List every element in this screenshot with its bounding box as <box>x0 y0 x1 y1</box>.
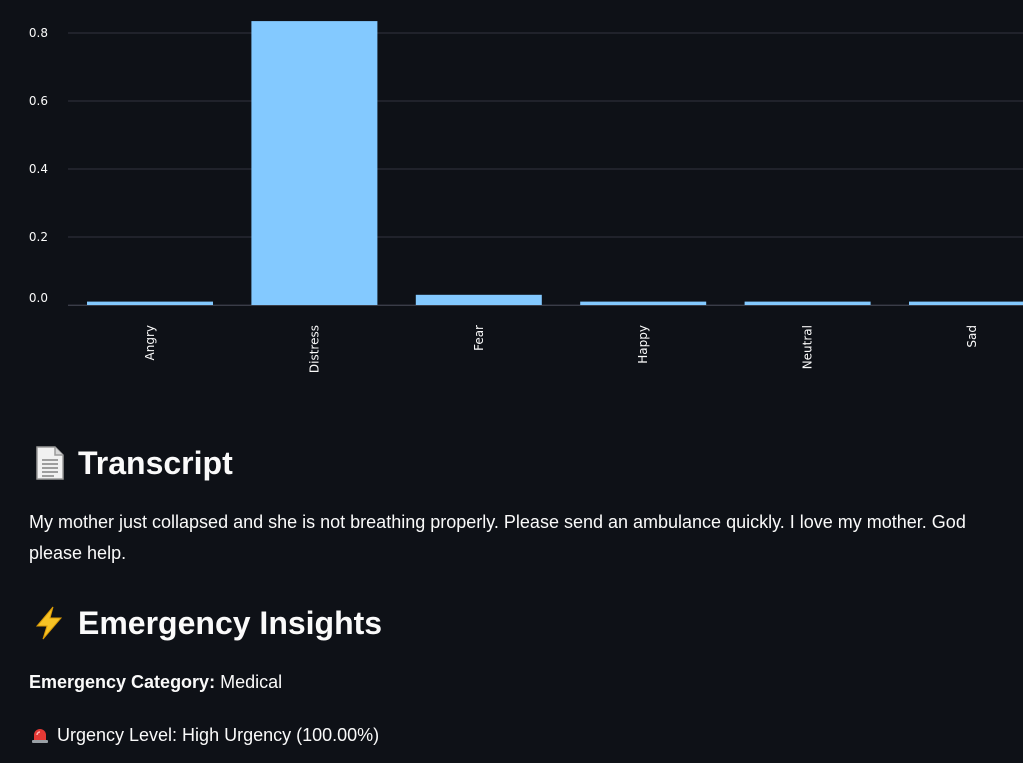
insights-heading: Emergency Insights <box>30 604 382 642</box>
x-tick-label: Distress <box>307 325 321 373</box>
y-tick-label: 0.4 <box>29 162 48 176</box>
bar-neutral[interactable] <box>744 301 871 305</box>
urgency-level: Urgency Level: High Urgency (100.00%) <box>29 724 379 746</box>
x-tick-label: Neutral <box>801 325 815 369</box>
bar-sad[interactable] <box>909 301 1023 305</box>
insights-heading-text: Emergency Insights <box>78 604 383 641</box>
bar-distress[interactable] <box>251 21 378 305</box>
x-tick-label: Happy <box>636 325 650 364</box>
bar-angry[interactable] <box>87 301 213 305</box>
x-tick-label: Angry <box>143 325 157 360</box>
y-tick-label: 0.0 <box>29 291 48 305</box>
page-icon <box>30 444 68 482</box>
y-tick-label: 0.8 <box>29 26 48 40</box>
y-tick-label: 0.6 <box>29 94 48 108</box>
transcript-heading: Transcript <box>30 444 233 482</box>
emergency-category: Emergency Category: Medical <box>29 672 282 693</box>
y-tick-label: 0.2 <box>29 230 48 244</box>
transcript-heading-text: Transcript <box>78 444 233 481</box>
emotion-bar-chart: 0.0 0.2 0.4 0.6 0.8 Angry Distress Fear Happy Neu… <box>0 0 1023 400</box>
bar-happy[interactable] <box>580 301 707 305</box>
urgency-text: Urgency Level: High Urgency (100.00%) <box>57 724 380 745</box>
category-value: Medical <box>220 672 283 692</box>
bar-fear[interactable] <box>415 294 542 305</box>
x-tick-label: Sad <box>965 325 979 348</box>
category-label: Emergency Category: <box>29 672 216 692</box>
chart-svg: 0.0 0.2 0.4 0.6 0.8 Angry Distress Fear Happy Neu… <box>29 21 1023 373</box>
lightning-icon <box>30 604 68 642</box>
x-tick-label: Fear <box>472 325 486 351</box>
siren-icon <box>29 724 51 746</box>
transcript-text: My mother just collapsed and she is not … <box>29 512 966 563</box>
